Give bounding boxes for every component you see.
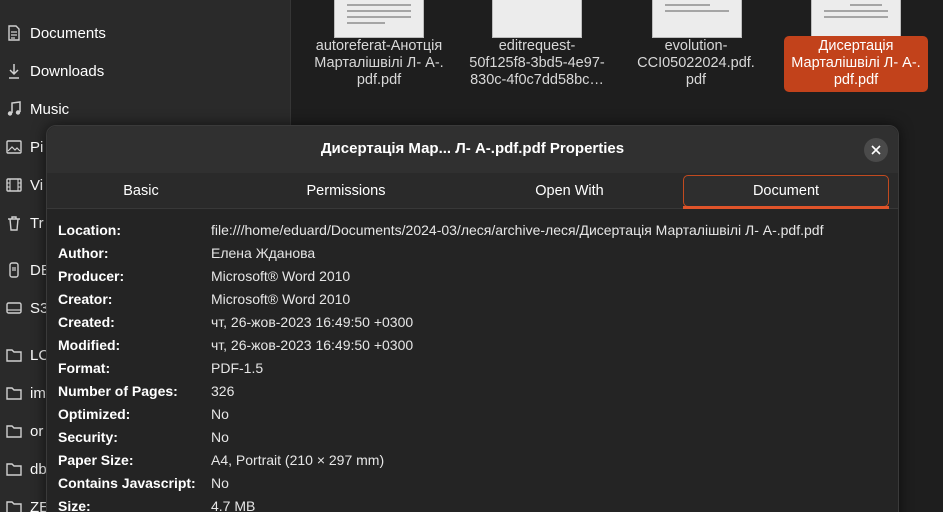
folder-icon <box>6 499 22 512</box>
property-value: Microsoft® Word 2010 <box>211 291 351 307</box>
usb-drive-icon <box>6 262 22 278</box>
property-value: Елена Жданова <box>211 245 316 261</box>
file-thumbnail[interactable] <box>334 0 424 38</box>
document-icon <box>6 25 22 41</box>
property-key: Paper Size: <box>58 452 134 468</box>
sidebar-item-label: Tr <box>30 214 44 232</box>
property-row: Location: file:///home/eduard/Documents/… <box>47 222 898 244</box>
trash-icon <box>6 215 22 231</box>
folder-icon <box>6 347 22 363</box>
property-row: Paper Size: A4, Portrait (210 × 297 mm) <box>47 452 898 474</box>
property-value: A4, Portrait (210 × 297 mm) <box>211 452 385 468</box>
property-key: Author: <box>58 245 109 261</box>
property-value: 326 <box>211 383 235 399</box>
tab-permissions[interactable]: Permissions <box>247 175 445 207</box>
sidebar-item-music[interactable]: Music <box>0 94 291 124</box>
property-row: Creator: Microsoft® Word 2010 <box>47 291 898 313</box>
file-thumbnail[interactable] <box>811 0 901 38</box>
folder-icon <box>6 423 22 439</box>
property-key: Created: <box>58 314 115 330</box>
property-value: чт, 26-жов-2023 16:49:50 +0300 <box>211 314 414 330</box>
sidebar-item-label: or <box>30 422 44 440</box>
property-row: Modified: чт, 26-жов-2023 16:49:50 +0300 <box>47 337 898 359</box>
tab-open-with[interactable]: Open With <box>467 175 672 207</box>
file-name-selected[interactable]: Дисертація Марталішвілі Л- А-. pdf.pdf <box>784 36 928 92</box>
folder-icon <box>6 461 22 477</box>
sidebar-item-label: im <box>30 384 46 402</box>
property-key: Producer: <box>58 268 125 284</box>
property-value: No <box>211 475 229 491</box>
property-value: 4.7 MB <box>211 498 256 512</box>
property-row: Security: No <box>47 429 898 451</box>
dialog-header: Дисертація Мар... Л- А-.pdf.pdf Properti… <box>47 126 898 173</box>
tab-basic[interactable]: Basic <box>47 175 235 207</box>
property-key: Location: <box>58 222 121 238</box>
property-value: No <box>211 406 229 422</box>
property-value: No <box>211 429 229 445</box>
close-icon <box>871 145 881 155</box>
music-icon <box>6 101 22 117</box>
file-name[interactable]: evolution- CCI05022024.pdf. pdf <box>624 38 768 89</box>
sidebar-item-documents[interactable]: Documents <box>0 18 291 48</box>
properties-dialog: Дисертація Мар... Л- А-.pdf.pdf Properti… <box>46 125 899 512</box>
dialog-title: Дисертація Мар... Л- А-.pdf.pdf Properti… <box>320 140 625 157</box>
property-row: Created: чт, 26-жов-2023 16:49:50 +0300 <box>47 314 898 336</box>
download-icon <box>6 63 22 79</box>
property-row: Format: PDF-1.5 <box>47 360 898 382</box>
file-thumbnail[interactable] <box>492 0 582 38</box>
property-row: Contains Javascript: No <box>47 475 898 497</box>
active-tab-indicator <box>683 206 889 209</box>
property-value: чт, 26-жов-2023 16:49:50 +0300 <box>211 337 414 353</box>
property-row: Author: Елена Жданова <box>47 245 898 267</box>
property-key: Modified: <box>58 337 121 353</box>
property-row: Number of Pages: 326 <box>47 383 898 405</box>
property-row: Optimized: No <box>47 406 898 428</box>
property-key: Optimized: <box>58 406 131 422</box>
file-name[interactable]: editrequest- 50f125f8-3bd5-4e97- 830c-4f… <box>465 38 609 89</box>
property-key: Size: <box>58 498 91 512</box>
sidebar-item-label: Vi <box>30 176 44 194</box>
property-row: Producer: Microsoft® Word 2010 <box>47 268 898 290</box>
tab-document[interactable]: Document <box>683 175 889 207</box>
file-manager-window: Documents Downloads Music Pi Vi Tr DE S3… <box>0 0 943 512</box>
picture-icon <box>6 139 22 155</box>
close-button[interactable] <box>864 138 888 162</box>
folder-icon <box>6 385 22 401</box>
property-key: Number of Pages: <box>58 383 178 399</box>
property-value: file:///home/eduard/Documents/2024-03/ле… <box>211 222 824 238</box>
video-icon <box>6 177 22 193</box>
sidebar-item-downloads[interactable]: Downloads <box>0 56 291 86</box>
file-thumbnail[interactable] <box>652 0 742 38</box>
property-row: Size: 4.7 MB <box>47 498 898 512</box>
property-key: Creator: <box>58 291 113 307</box>
property-value: Microsoft® Word 2010 <box>211 268 351 284</box>
sidebar-item-label: Documents <box>30 24 106 42</box>
file-name[interactable]: autoreferat-Анотція Марталішвілі Л- А-. … <box>307 38 451 89</box>
property-key: Format: <box>58 360 111 376</box>
sidebar-item-label: db <box>30 460 47 478</box>
property-value: PDF-1.5 <box>211 360 264 376</box>
sidebar-item-label: Music <box>30 100 70 118</box>
sidebar-item-label: Downloads <box>30 62 105 80</box>
property-key: Contains Javascript: <box>58 475 196 491</box>
sidebar-item-label: Pi <box>30 138 44 156</box>
property-key: Security: <box>58 429 118 445</box>
drive-icon <box>6 300 22 316</box>
tab-bar: Basic Permissions Open With Document <box>47 173 898 209</box>
